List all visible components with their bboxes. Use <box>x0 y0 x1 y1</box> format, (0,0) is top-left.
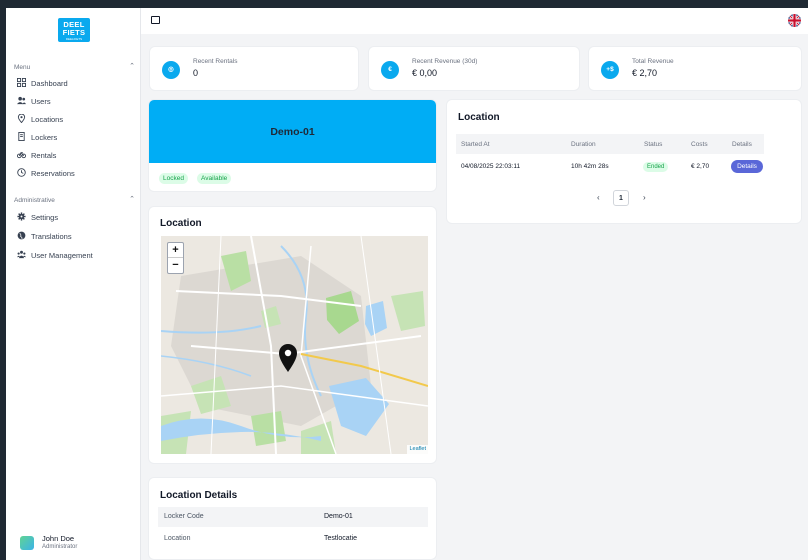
app-logo[interactable]: DEEL FIETS DEELFIETS <box>58 18 90 42</box>
revenue-icon: +$ <box>601 61 619 79</box>
detail-value: Demo-01 <box>324 513 353 520</box>
sidebar-item-label: Users <box>31 97 51 106</box>
detail-value: Testlocatie <box>324 535 358 542</box>
app-window: DEEL FIETS DEELFIETS Menu ⌃ Dashboard Us… <box>6 8 808 560</box>
user-profile[interactable]: John Doe Administrator <box>12 532 136 554</box>
location-map-card: Location + − Leaflet <box>148 206 437 464</box>
logo-line2: FIETS <box>62 27 86 37</box>
cell-started-at: 04/08/2025 22:03:11 <box>461 163 521 170</box>
sidebar-item-label: Lockers <box>31 133 58 142</box>
detail-key: Locker Code <box>164 513 204 520</box>
avatar[interactable] <box>20 536 34 550</box>
chevron-up-icon[interactable]: ⌃ <box>129 62 135 70</box>
stat-card-recent-rentals: ◎ Recent Rentals 0 <box>149 46 359 91</box>
user-name: John Doe <box>42 534 75 543</box>
locker-icon <box>18 132 25 141</box>
sidebar-item-user-management[interactable]: User Management <box>6 247 141 263</box>
menu-section-header[interactable]: Menu ⌃ <box>6 62 141 74</box>
users-icon <box>17 96 26 105</box>
top-bar <box>141 8 808 34</box>
detail-row-location: Location Testlocatie <box>158 529 428 549</box>
user-role: Administrator <box>42 544 78 550</box>
sidebar-item-settings[interactable]: Settings <box>6 209 141 225</box>
sidebar-item-reservations[interactable]: Reservations <box>6 165 141 181</box>
chevron-up-icon[interactable]: ⌃ <box>129 195 135 203</box>
sidebar-toggle-icon[interactable] <box>151 16 160 24</box>
gear-icon <box>17 212 26 221</box>
euro-icon: € <box>381 61 399 79</box>
map-card-title: Location <box>160 218 202 229</box>
location-table-title: Location <box>458 112 500 123</box>
rentals-icon: ◎ <box>162 61 180 79</box>
admin-section-header[interactable]: Administrative ⌃ <box>6 195 141 207</box>
sidebar-item-label: User Management <box>31 251 93 260</box>
sidebar-item-label: Dashboard <box>31 79 68 88</box>
pagination-page-button[interactable]: 1 <box>613 190 629 206</box>
locker-header: Demo-01 <box>149 100 436 163</box>
sidebar-item-label: Translations <box>31 232 72 241</box>
sidebar-item-label: Rentals <box>31 151 57 160</box>
sidebar-item-lockers[interactable]: Lockers <box>6 129 141 145</box>
globe-icon <box>17 231 26 240</box>
stat-value: € 0,00 <box>412 68 438 78</box>
status-badge-available: Available <box>197 173 232 184</box>
pagination-prev-button[interactable]: ‹ <box>597 193 600 202</box>
table-header: Started At Duration Status Costs Details <box>456 134 764 154</box>
stat-card-recent-revenue: € Recent Revenue (30d) € 0,00 <box>368 46 580 91</box>
stat-label: Recent Rentals <box>193 58 238 65</box>
map-attribution[interactable]: Leaflet <box>407 445 428 454</box>
menu-section-label: Menu <box>14 64 31 71</box>
status-badge-locked: Locked <box>159 173 188 184</box>
locker-card: Demo-01 Locked Available <box>148 99 437 192</box>
locker-name: Demo-01 <box>270 126 315 138</box>
pagination-next-button[interactable]: › <box>643 193 646 202</box>
stat-card-total-revenue: +$ Total Revenue € 2,70 <box>588 46 802 91</box>
sidebar-item-dashboard[interactable]: Dashboard <box>6 75 141 91</box>
detail-row-locker-code: Locker Code Demo-01 <box>158 507 428 527</box>
stat-label: Recent Revenue (30d) <box>412 58 478 65</box>
map-zoom-control: + − <box>167 242 184 274</box>
column-header-duration: Duration <box>571 141 596 148</box>
bike-icon <box>17 151 26 159</box>
column-header-details: Details <box>732 141 752 148</box>
user-group-icon <box>17 250 26 259</box>
stat-value: 0 <box>193 68 199 78</box>
status-badge-ended: Ended <box>643 162 669 172</box>
column-header-status: Status <box>644 141 663 148</box>
location-details-title: Location Details <box>160 490 238 501</box>
sidebar-item-rentals[interactable]: Rentals <box>6 147 141 163</box>
sidebar-item-users[interactable]: Users <box>6 93 141 109</box>
location-rentals-card: Location Started At Duration Status Cost… <box>446 99 802 224</box>
zoom-out-button[interactable]: − <box>168 258 183 273</box>
sidebar-item-label: Settings <box>31 213 59 222</box>
sidebar: DEEL FIETS DEELFIETS Menu ⌃ Dashboard Us… <box>6 8 141 560</box>
column-header-costs: Costs <box>691 141 708 148</box>
uk-flag-icon[interactable] <box>788 14 801 27</box>
sidebar-item-translations[interactable]: Translations <box>6 228 141 244</box>
column-header-started-at: Started At <box>461 141 490 148</box>
cell-costs: € 2,70 <box>691 163 710 170</box>
sidebar-item-label: Locations <box>31 115 64 124</box>
clock-icon <box>17 168 26 177</box>
location-details-card: Location Details Locker Code Demo-01 Loc… <box>148 477 437 560</box>
admin-section-label: Administrative <box>14 197 55 204</box>
sidebar-item-locations[interactable]: Locations <box>6 111 141 127</box>
details-button[interactable]: Details <box>731 160 763 173</box>
map-tiles <box>161 236 428 454</box>
sidebar-item-label: Reservations <box>31 169 75 178</box>
map-pin-icon <box>17 114 26 123</box>
stat-label: Total Revenue <box>632 58 674 65</box>
grid-icon <box>17 78 26 87</box>
detail-key: Location <box>164 535 191 542</box>
map[interactable]: + − Leaflet <box>161 236 428 454</box>
attribution-link[interactable]: Leaflet <box>409 446 426 452</box>
cell-duration: 10h 42m 28s <box>571 163 609 170</box>
stat-value: € 2,70 <box>632 68 658 78</box>
logo-tagline: DEELFIETS <box>65 37 83 41</box>
zoom-in-button[interactable]: + <box>168 243 183 258</box>
